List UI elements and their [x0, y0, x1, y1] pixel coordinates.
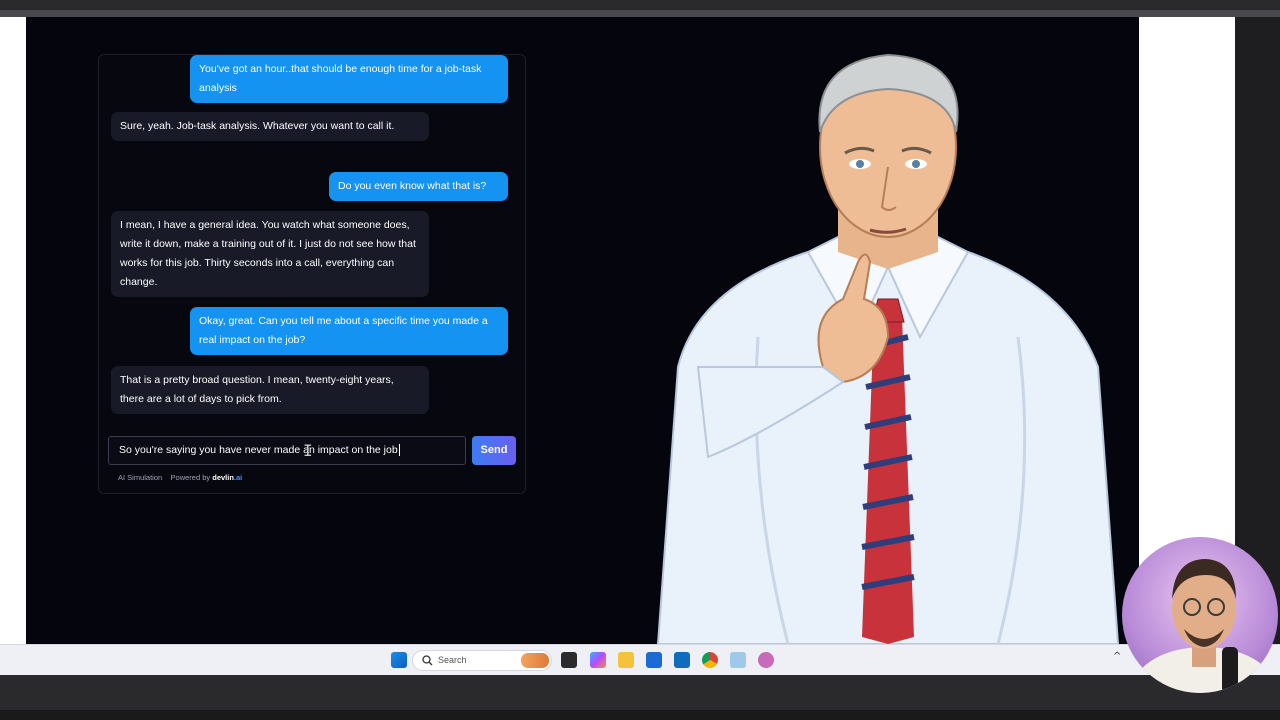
widget-icon[interactable]	[521, 653, 549, 668]
footer-ai-simulation: AI Simulation	[118, 473, 163, 482]
chat-message-ai: I mean, I have a general idea. You watch…	[111, 211, 429, 297]
screen-top-bar	[0, 0, 1280, 10]
bottom-band	[0, 675, 1280, 710]
copilot-icon[interactable]	[590, 652, 606, 668]
text-caret	[398, 444, 400, 457]
windows-taskbar: Search ^	[0, 644, 1280, 676]
screen-left-margin	[0, 17, 26, 644]
app-icon[interactable]	[730, 652, 746, 668]
task-view-icon[interactable]	[561, 652, 577, 668]
message-input-value: So you're saying you have never made an …	[119, 444, 398, 456]
send-button[interactable]: Send	[472, 436, 516, 465]
webcam-overlay	[1122, 537, 1278, 693]
windows-start-icon[interactable]	[391, 652, 407, 668]
store-icon[interactable]	[646, 652, 662, 668]
slack-icon[interactable]	[758, 652, 774, 668]
outlook-icon[interactable]	[674, 652, 690, 668]
file-explorer-icon[interactable]	[618, 652, 634, 668]
footer-powered-by: Powered by	[170, 473, 211, 482]
chat-message-ai: That is a pretty broad question. I mean,…	[111, 366, 429, 414]
chat-footer: AI Simulation Powered by devlin.ai	[118, 473, 242, 482]
simulation-app: You've got an hour..that should be enoug…	[26, 17, 1139, 644]
message-input[interactable]: So you're saying you have never made an …	[108, 436, 466, 465]
search-icon	[422, 655, 433, 666]
footer-brand-suffix: .ai	[233, 473, 243, 482]
search-placeholder: Search	[438, 655, 467, 665]
ibeam-cursor-icon: I	[303, 441, 313, 460]
chat-panel: You've got an hour..that should be enoug…	[98, 54, 526, 494]
chevron-up-icon[interactable]: ^	[1113, 651, 1121, 662]
bottom-strip	[0, 710, 1280, 720]
screen-top-border	[0, 10, 1280, 17]
ai-character-avatar	[656, 53, 1120, 644]
chrome-icon[interactable]	[702, 652, 718, 668]
taskbar-search[interactable]: Search	[412, 650, 552, 671]
presenter-avatar	[1134, 559, 1274, 693]
chat-message-user: You've got an hour..that should be enoug…	[190, 55, 508, 103]
footer-brand[interactable]: devlin	[212, 473, 234, 482]
chat-message-user: Okay, great. Can you tell me about a spe…	[190, 307, 508, 355]
chat-message-user: Do you even know what that is?	[329, 172, 508, 201]
chat-message-ai: Sure, yeah. Job-task analysis. Whatever …	[111, 112, 429, 141]
